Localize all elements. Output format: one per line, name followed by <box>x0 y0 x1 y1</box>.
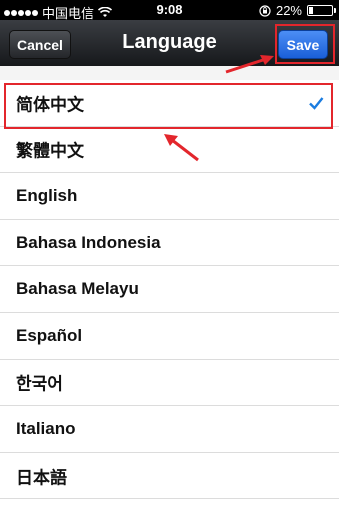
arrow-to-selected-row-icon <box>164 134 199 162</box>
language-label: 한국어 <box>16 374 63 394</box>
language-label: Bahasa Melayu <box>16 279 139 299</box>
language-row[interactable]: 日本語 <box>0 453 339 500</box>
language-row[interactable]: Bahasa Indonesia <box>0 220 339 267</box>
battery-icon <box>307 5 336 16</box>
language-label: English <box>16 185 78 205</box>
language-label: Español <box>16 325 83 345</box>
language-row[interactable]: English <box>0 173 339 220</box>
list-top-spacer <box>0 66 339 80</box>
arrow-to-save-icon <box>225 55 274 74</box>
selected-row-highlight-box <box>4 83 333 129</box>
language-row[interactable]: Italiano <box>0 406 339 453</box>
language-label: 繁體中文 <box>16 141 84 161</box>
status-right: 22% <box>259 3 336 18</box>
orientation-lock-icon <box>259 4 271 17</box>
language-label: 日本語 <box>16 468 67 488</box>
language-label: Bahasa Indonesia <box>16 232 161 252</box>
language-row[interactable]: Español <box>0 313 339 360</box>
status-bar: 中国电信 9:08 22% <box>0 0 339 21</box>
language-label: Italiano <box>16 418 76 438</box>
battery-percent: 22% <box>275 3 302 18</box>
language-row[interactable]: 한국어 <box>0 360 339 407</box>
language-row[interactable]: Bahasa Melayu <box>0 266 339 313</box>
battery-fill <box>309 7 313 14</box>
save-highlight-box <box>275 24 335 64</box>
